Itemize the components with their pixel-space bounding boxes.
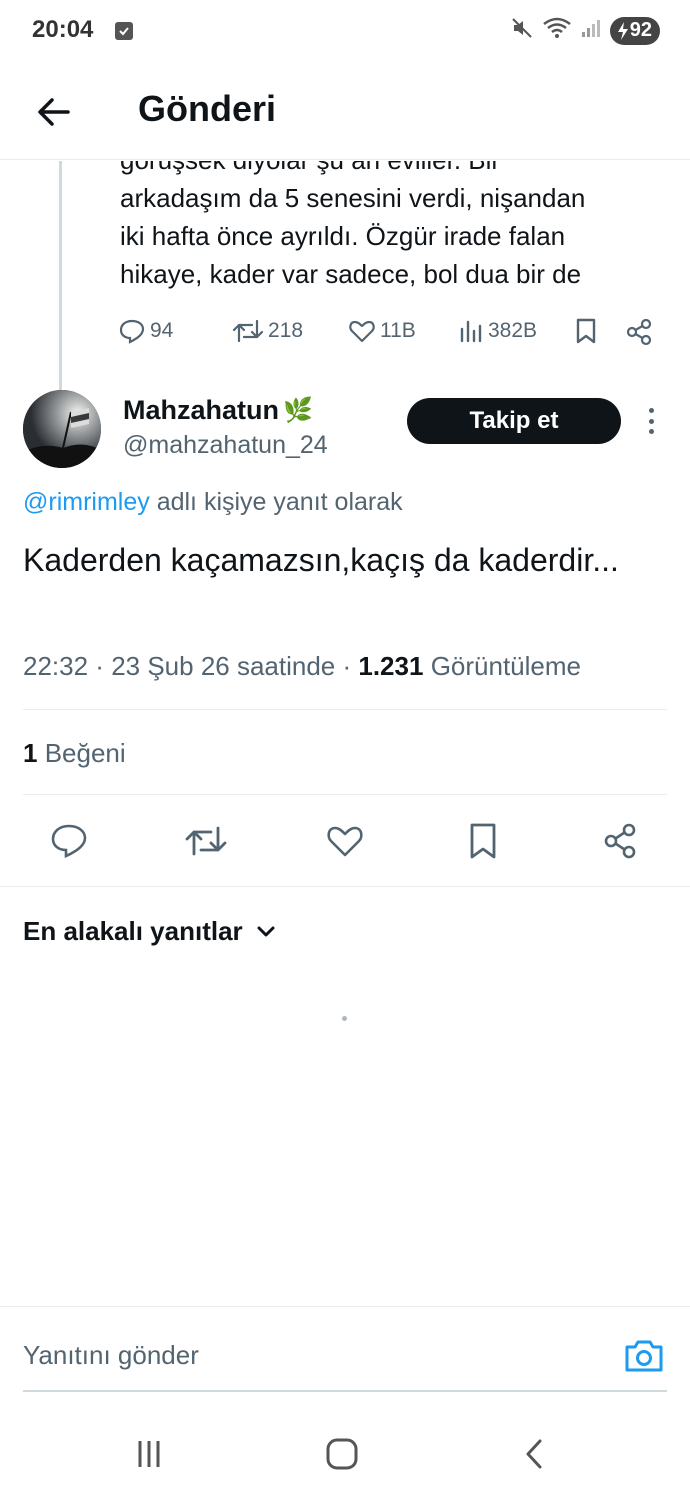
- home-icon: [326, 1438, 358, 1470]
- repost-button[interactable]: [184, 815, 228, 867]
- parent-bookmark-button[interactable]: [572, 317, 600, 345]
- chevron-left-icon: [526, 1439, 542, 1469]
- author-handle[interactable]: @mahzahatun_24: [123, 431, 328, 460]
- parent-repost-button[interactable]: 218: [232, 317, 303, 345]
- parent-reply-button[interactable]: 94: [118, 317, 173, 345]
- post-time[interactable]: 22:32: [23, 651, 88, 681]
- thread-line: [59, 161, 62, 391]
- top-bar: Gönderi: [0, 64, 690, 160]
- author-name[interactable]: Mahzahatun 🌿: [123, 395, 313, 426]
- repost-icon: [185, 826, 227, 856]
- parent-text-line: iki hafta önce ayrıldı. Özgür irade fala…: [120, 221, 566, 251]
- wifi-icon: [542, 16, 572, 45]
- page-title: Gönderi: [138, 88, 277, 129]
- signal-icon: [580, 17, 602, 44]
- parent-share-button[interactable]: [624, 317, 654, 347]
- share-icon: [626, 318, 652, 346]
- post-meta: 22:32 · 23 Şub 26 saatinde · 1.231 Görün…: [23, 651, 581, 681]
- divider: [23, 709, 667, 710]
- reply-input[interactable]: Yanıtını gönder: [23, 1340, 199, 1371]
- home-button[interactable]: [320, 1432, 364, 1476]
- divider: [0, 1306, 690, 1307]
- like-button[interactable]: [323, 815, 367, 867]
- heart-icon: [349, 320, 375, 343]
- like-count: 1: [23, 738, 38, 768]
- share-icon: [604, 823, 636, 859]
- replies-sort-dropdown[interactable]: En alakalı yanıtlar: [23, 916, 277, 947]
- likes-summary[interactable]: 1 Beğeni: [23, 738, 126, 769]
- follow-button[interactable]: Takip et: [407, 398, 621, 444]
- reply-button[interactable]: [47, 815, 91, 867]
- parent-like-button[interactable]: 11B: [348, 317, 416, 345]
- reply-context: @rimrimley adlı kişiye yanıt olarak: [23, 488, 403, 517]
- bookmark-icon: [470, 823, 496, 859]
- post-date[interactable]: 23 Şub 26 saatinde: [111, 651, 335, 681]
- parent-text-line: görüşsek diyolar şu an evliler. Bir: [120, 161, 660, 179]
- notification-check-icon: [115, 22, 133, 40]
- arrow-left-icon: [38, 98, 70, 126]
- recent-apps-button[interactable]: [127, 1432, 171, 1476]
- parent-like-count: 11B: [380, 319, 416, 342]
- heart-icon: [327, 826, 363, 857]
- reply-input-underline: [23, 1390, 667, 1392]
- parent-text-line: arkadaşım da 5 senesini verdi, nişandan: [120, 183, 586, 213]
- parent-post[interactable]: görüşsek diyolar şu an evliler. Bir arka…: [0, 161, 690, 391]
- camera-icon: [625, 1340, 663, 1372]
- parent-reply-count: 94: [150, 319, 174, 342]
- system-back-button[interactable]: [513, 1432, 557, 1476]
- replies-sort-label: En alakalı yanıtlar: [23, 916, 243, 946]
- post-text: Kaderden kaçamazsın,kaçış da kaderdir...: [23, 542, 619, 578]
- share-button[interactable]: [598, 815, 642, 867]
- reply-to-suffix: adlı kişiye yanıt olarak: [149, 488, 403, 516]
- status-icons: 92: [510, 16, 660, 45]
- battery-charging-icon: 92: [609, 16, 660, 45]
- back-button[interactable]: [32, 90, 76, 134]
- reply-icon: [119, 319, 145, 344]
- mute-icon: [510, 16, 534, 45]
- camera-button[interactable]: [622, 1334, 666, 1378]
- parent-text-line: hikaye, kader var sadece, bol dua bir de: [120, 259, 582, 289]
- post-view-count: 1.231: [358, 651, 424, 681]
- parent-post-text: görüşsek diyolar şu an evliler. Bir arka…: [120, 161, 660, 293]
- post-action-bar: [0, 815, 690, 867]
- recent-apps-icon: [138, 1441, 160, 1467]
- bookmark-icon: [576, 318, 596, 344]
- parent-views-button[interactable]: 382B: [458, 317, 537, 345]
- reply-to-link[interactable]: @rimrimley: [23, 488, 150, 516]
- divider: [0, 886, 690, 887]
- repost-icon: [232, 319, 264, 343]
- author-emoji: 🌿: [283, 397, 313, 424]
- bookmark-button[interactable]: [461, 815, 505, 867]
- post-view-label: Görüntüleme: [430, 651, 581, 681]
- status-time: 20:04: [32, 16, 94, 43]
- divider: [23, 794, 667, 795]
- parent-repost-count: 218: [268, 319, 304, 342]
- battery-level: 92: [629, 19, 652, 41]
- parent-view-count: 382B: [488, 319, 538, 342]
- system-nav-bar: [0, 1410, 690, 1495]
- avatar[interactable]: [23, 390, 101, 468]
- author-name-text: Mahzahatun: [123, 395, 280, 425]
- like-label: Beğeni: [44, 738, 126, 768]
- loading-indicator: [342, 1016, 347, 1021]
- reply-icon: [51, 824, 87, 859]
- avatar-image: [23, 390, 101, 468]
- status-bar: 20:04 92: [0, 0, 690, 64]
- parent-action-bar: 94 218 11B 382B: [118, 317, 658, 357]
- views-chart-icon: [460, 320, 482, 343]
- chevron-down-icon: [257, 926, 275, 936]
- more-options-icon[interactable]: [638, 404, 664, 438]
